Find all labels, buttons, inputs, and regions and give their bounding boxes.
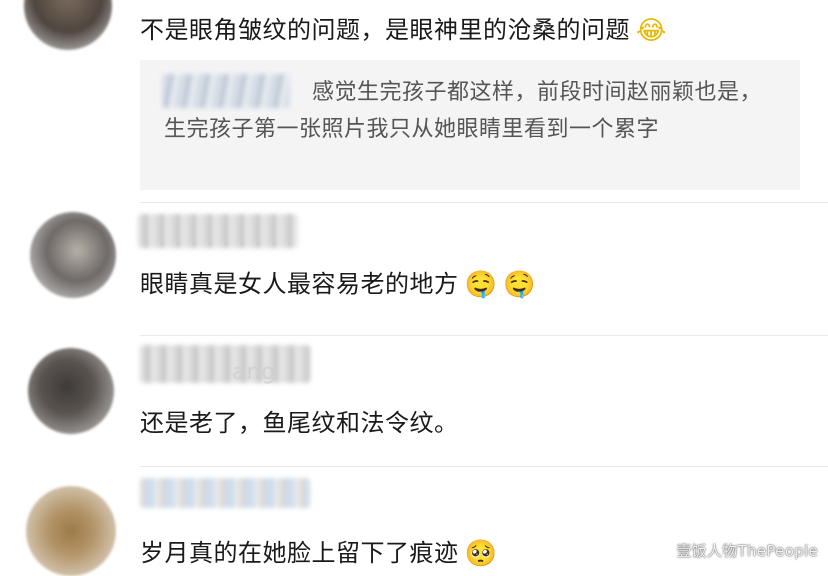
comment-body: 不是眼角皱纹的问题，是眼神里的沧桑的问题 [140, 16, 630, 44]
blurred-username [138, 214, 298, 248]
shy-sweat-emoji-icon: 🤤 [464, 270, 498, 300]
pleading-face-emoji-icon: 🥺 [464, 539, 498, 569]
quoted-reply[interactable]: 感觉生完孩子都这样，前段时间赵丽颖也是，生完孩子第一张照片我只从她眼睛里看到一个… [140, 60, 800, 190]
comment-body: 眼睛真是女人最容易老的地方 [140, 270, 459, 298]
comment-text: 眼睛真是女人最容易老的地方 🤤 🤤 [140, 264, 536, 299]
quoted-reply-text: 感觉生完孩子都这样，前段时间赵丽颖也是，生完孩子第一张照片我只从她眼睛里看到一个… [164, 80, 763, 142]
blurred-username [140, 478, 310, 508]
laughing-tears-emoji-icon: 😂 [636, 16, 667, 46]
comment-text: 不是眼角皱纹的问题，是眼神里的沧桑的问题 😂 [140, 10, 667, 45]
username-fragment: ang [232, 360, 277, 385]
blurred-username [140, 345, 310, 383]
comment-body: 岁月真的在她脸上留下了痕迹 [140, 539, 459, 567]
divider [140, 335, 828, 336]
avatar[interactable] [26, 486, 116, 576]
divider [140, 202, 828, 203]
shy-sweat-emoji-icon: 🤤 [503, 270, 537, 300]
avatar[interactable] [24, 0, 112, 50]
divider [140, 466, 828, 467]
comment-text: 还是老了，鱼尾纹和法令纹。 [140, 403, 459, 438]
avatar[interactable] [28, 348, 114, 434]
avatar[interactable] [30, 212, 116, 298]
comment-body: 还是老了，鱼尾纹和法令纹。 [140, 409, 459, 437]
watermark: 壹饭人物ThePeople [676, 542, 818, 560]
comment-text: 岁月真的在她脸上留下了痕迹 🥺 [140, 533, 497, 568]
